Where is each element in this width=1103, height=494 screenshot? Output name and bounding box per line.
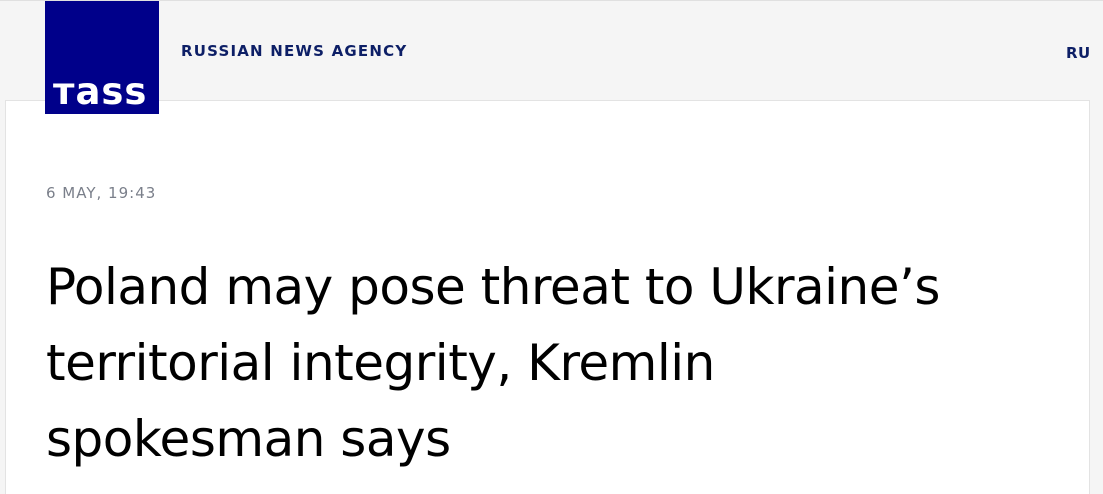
site-header: RUSSIAN NEWS AGENCY RU	[0, 0, 1103, 101]
logo-wordmark: тass	[53, 70, 148, 113]
tass-logo[interactable]: тass	[45, 1, 159, 114]
article-title-line: Poland may pose threat to Ukraine’s	[46, 258, 940, 316]
agency-name-link[interactable]: RUSSIAN NEWS AGENCY	[181, 41, 407, 61]
language-switch-link[interactable]: RU	[1066, 43, 1091, 63]
article-date: 6 MAY, 19:43	[46, 184, 157, 202]
article-title-line: territorial integrity, Kremlin	[46, 334, 715, 392]
article-card: 6 MAY, 19:43 Poland may pose threat to U…	[5, 100, 1090, 494]
article-title: Poland may pose threat to Ukraine’s terr…	[46, 249, 1076, 477]
article-title-line: spokesman says	[46, 410, 451, 468]
